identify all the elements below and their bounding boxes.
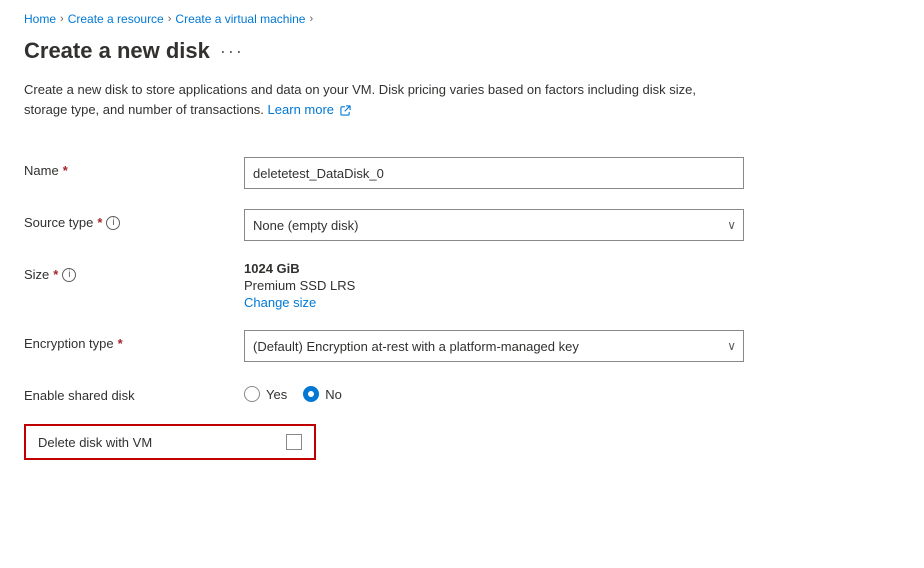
- source-type-select-wrapper: None (empty disk) Snapshot Storage blob …: [244, 209, 744, 241]
- encryption-row: Encryption type * (Default) Encryption a…: [24, 320, 876, 372]
- shared-disk-no-option[interactable]: No: [303, 386, 342, 402]
- external-link-icon: [340, 105, 351, 116]
- size-type-value: Premium SSD LRS: [244, 278, 744, 293]
- breadcrumb-sep-1: ›: [60, 13, 64, 25]
- source-type-row: Source type * i None (empty disk) Snapsh…: [24, 199, 876, 251]
- source-type-label: Source type * i: [24, 209, 244, 230]
- name-label: Name *: [24, 157, 244, 178]
- breadcrumb-sep-3: ›: [309, 13, 313, 25]
- breadcrumb-home[interactable]: Home: [24, 12, 56, 26]
- breadcrumb-create-vm[interactable]: Create a virtual machine: [175, 12, 305, 26]
- name-required-star: *: [63, 163, 68, 178]
- shared-disk-yes-radio[interactable]: [244, 386, 260, 402]
- change-size-link[interactable]: Change size: [244, 295, 744, 310]
- encryption-control: (Default) Encryption at-rest with a plat…: [244, 330, 744, 362]
- size-info-icon[interactable]: i: [62, 268, 76, 282]
- name-input[interactable]: [244, 157, 744, 189]
- size-row: Size * i 1024 GiB Premium SSD LRS Change…: [24, 251, 876, 320]
- description-text: Create a new disk to store applications …: [24, 82, 696, 117]
- shared-disk-row: Enable shared disk Yes No: [24, 372, 876, 416]
- shared-disk-yes-option[interactable]: Yes: [244, 386, 287, 402]
- encryption-select[interactable]: (Default) Encryption at-rest with a plat…: [244, 330, 744, 362]
- source-type-info-icon[interactable]: i: [106, 216, 120, 230]
- delete-disk-checkbox[interactable]: [286, 434, 302, 450]
- shared-disk-no-dot: [308, 391, 314, 397]
- breadcrumb: Home › Create a resource › Create a virt…: [0, 0, 924, 32]
- shared-disk-control: Yes No: [244, 382, 744, 402]
- size-gib-value: 1024 GiB: [244, 261, 744, 276]
- form-section: Name * Source type * i None (empty disk)…: [0, 139, 900, 468]
- size-required-star: *: [53, 267, 58, 282]
- learn-more-link[interactable]: Learn more: [268, 102, 351, 117]
- size-label: Size * i: [24, 261, 244, 282]
- shared-disk-yes-label: Yes: [266, 387, 287, 402]
- name-control: [244, 157, 744, 189]
- source-type-required-star: *: [97, 215, 102, 230]
- page-header: Create a new disk ···: [0, 32, 924, 80]
- encryption-required-star: *: [118, 336, 123, 351]
- breadcrumb-sep-2: ›: [168, 13, 172, 25]
- shared-disk-no-label: No: [325, 387, 342, 402]
- encryption-select-wrapper: (Default) Encryption at-rest with a plat…: [244, 330, 744, 362]
- page-title: Create a new disk: [24, 38, 210, 64]
- name-row: Name *: [24, 147, 876, 199]
- description-section: Create a new disk to store applications …: [0, 80, 720, 139]
- delete-disk-row: Delete disk with VM: [24, 424, 316, 460]
- source-type-select[interactable]: None (empty disk) Snapshot Storage blob …: [244, 209, 744, 241]
- shared-disk-no-radio[interactable]: [303, 386, 319, 402]
- size-control: 1024 GiB Premium SSD LRS Change size: [244, 261, 744, 310]
- more-options-icon[interactable]: ···: [220, 41, 244, 62]
- shared-disk-label: Enable shared disk: [24, 382, 244, 403]
- delete-disk-label: Delete disk with VM: [38, 435, 238, 450]
- source-type-control: None (empty disk) Snapshot Storage blob …: [244, 209, 744, 241]
- encryption-label: Encryption type *: [24, 330, 244, 351]
- shared-disk-radio-group: Yes No: [244, 382, 744, 402]
- breadcrumb-create-resource[interactable]: Create a resource: [68, 12, 164, 26]
